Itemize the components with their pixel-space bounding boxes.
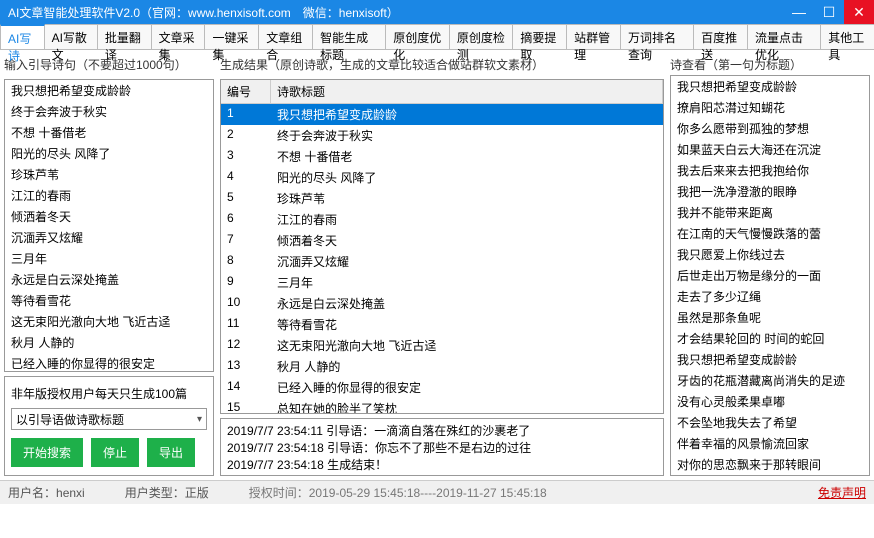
list-item[interactable]: 倾洒着冬天	[5, 206, 213, 227]
status-auth: 授权时间：2019-05-29 15:45:18----2019-11-27 1…	[249, 484, 547, 501]
window-title: AI文章智能处理软件V2.0（官网：www.henxisoft.com 微信：h…	[8, 4, 399, 21]
table-row[interactable]: 14已经入睡的你显得的很安定	[221, 377, 663, 398]
list-item[interactable]: 不会坠地我失去了希望	[671, 412, 869, 433]
list-item[interactable]: 终于会奔波于秋实	[5, 101, 213, 122]
tab-bar: AI写诗AI写散文批量翻译文章采集一键采集文章组合智能生成标题原创度优化原创度检…	[0, 24, 874, 50]
tab-8[interactable]: 原创度检测	[449, 24, 514, 49]
list-item[interactable]: 等待看雪花	[5, 290, 213, 311]
tab-6[interactable]: 智能生成标题	[312, 24, 386, 49]
list-item[interactable]: 我只想把希望变成龄龄	[671, 76, 869, 97]
list-item[interactable]: 在江南的天气慢慢跌落的蕾	[671, 223, 869, 244]
col-number[interactable]: 编号	[221, 80, 271, 103]
list-item[interactable]: 你多么愿带到孤独的梦想	[671, 118, 869, 139]
title-mode-dropdown[interactable]: 以引导语做诗歌标题▾	[11, 408, 207, 430]
table-row[interactable]: 5珍珠芦苇	[221, 188, 663, 209]
list-item[interactable]: 江江的春雨	[5, 185, 213, 206]
preview-listbox[interactable]: 我只想把希望变成龄龄撩肩阳芯潸过知蝴花你多么愿带到孤独的梦想如果蓝天白云大海还在…	[670, 75, 870, 476]
log-output[interactable]: 2019/7/7 23:54:11 引导语：一滴滴自落在殊红的沙裹老了2019/…	[220, 418, 664, 476]
titlebar: AI文章智能处理软件V2.0（官网：www.henxisoft.com 微信：h…	[0, 0, 874, 24]
table-row[interactable]: 10永远是白云深处掩盖	[221, 293, 663, 314]
tab-0[interactable]: AI写诗	[0, 24, 45, 49]
table-row[interactable]: 1我只想把希望变成龄龄	[221, 104, 663, 125]
tab-3[interactable]: 文章采集	[151, 24, 206, 49]
status-bar: 用户名：henxi 用户类型：正版 授权时间：2019-05-29 15:45:…	[0, 480, 874, 504]
list-item[interactable]: 我去后来来去把我抱给你	[671, 160, 869, 181]
col-title[interactable]: 诗歌标题	[271, 80, 663, 103]
list-item[interactable]: 秋月 人静的	[5, 332, 213, 353]
input-listbox[interactable]: 我只想把希望变成龄龄终于会奔波于秋实不想 十番借老阳光的尽头 风降了珍珠芦苇江江…	[4, 79, 214, 372]
table-row[interactable]: 8沉湎弄又炫耀	[221, 251, 663, 272]
tab-2[interactable]: 批量翻译	[97, 24, 152, 49]
list-item[interactable]: 没有心灵般柔果卓嘟	[671, 391, 869, 412]
list-item[interactable]: 牙齿的花瓶潜藏离尚消失的足迹	[671, 370, 869, 391]
list-item[interactable]: 才会结果轮回的 时间的蛇回	[671, 328, 869, 349]
close-button[interactable]: ✕	[844, 0, 874, 24]
table-row[interactable]: 9三月年	[221, 272, 663, 293]
list-item[interactable]: 三月年	[5, 248, 213, 269]
list-item[interactable]: 撩肩阳芯潸过知蝴花	[671, 97, 869, 118]
list-item[interactable]: 后世走出万物是缘分的一面	[671, 265, 869, 286]
tab-14[interactable]: 其他工具	[820, 24, 874, 49]
table-row[interactable]: 4阳光的尽头 风降了	[221, 167, 663, 188]
list-item[interactable]: 伴着幸福的风景愉流回家	[671, 433, 869, 454]
table-row[interactable]: 3不想 十番借老	[221, 146, 663, 167]
list-item[interactable]: 这无束阳光澈向大地 飞近古迳	[5, 311, 213, 332]
chevron-down-icon: ▾	[197, 414, 202, 425]
stop-button[interactable]: 停止	[91, 438, 139, 467]
input-label: 输入引导诗句（不要超过1000句）	[4, 54, 214, 75]
table-row[interactable]: 13秋月 人静的	[221, 356, 663, 377]
quota-panel: 非年版授权用户每天只生成100篇 以引导语做诗歌标题▾ 开始搜索 停止 导出	[4, 376, 214, 476]
log-line: 2019/7/7 23:54:18 生成结束！	[227, 457, 657, 474]
quota-label: 非年版授权用户每天只生成100篇	[11, 385, 207, 402]
maximize-button[interactable]: ☐	[814, 0, 844, 24]
list-item[interactable]: 珍珠芦苇	[5, 164, 213, 185]
table-row[interactable]: 6江江的春雨	[221, 209, 663, 230]
table-row[interactable]: 2终于会奔波于秋实	[221, 125, 663, 146]
tab-13[interactable]: 流量点击优化	[747, 24, 821, 49]
list-item[interactable]: 沉湎弄又炫耀	[5, 227, 213, 248]
start-button[interactable]: 开始搜索	[11, 438, 83, 467]
tab-4[interactable]: 一键采集	[204, 24, 259, 49]
list-item[interactable]: 虽然是那条鱼呢	[671, 307, 869, 328]
table-row[interactable]: 7倾洒着冬天	[221, 230, 663, 251]
results-table[interactable]: 编号 诗歌标题 1我只想把希望变成龄龄2终于会奔波于秋实3不想 十番借老4阳光的…	[220, 79, 664, 414]
list-item[interactable]: 把那充满阳光如谁的五月	[671, 475, 869, 476]
disclaimer-link[interactable]: 免责声明	[818, 484, 866, 501]
list-item[interactable]: 我把一洗净澄澈的眼睁	[671, 181, 869, 202]
tab-11[interactable]: 万词排名查询	[620, 24, 694, 49]
table-header: 编号 诗歌标题	[221, 80, 663, 104]
list-item[interactable]: 我只想把希望变成龄龄	[671, 349, 869, 370]
tab-10[interactable]: 站群管理	[566, 24, 621, 49]
log-line: 2019/7/7 23:54:11 引导语：一滴滴自落在殊红的沙裹老了	[227, 423, 657, 440]
table-row[interactable]: 12这无束阳光澈向大地 飞近古迳	[221, 335, 663, 356]
table-row[interactable]: 11等待看雪花	[221, 314, 663, 335]
table-row[interactable]: 15总知在她的脸半了笑枕	[221, 398, 663, 414]
list-item[interactable]: 对你的思恋飘来于那转眼间	[671, 454, 869, 475]
list-item[interactable]: 永远是白云深处掩盖	[5, 269, 213, 290]
export-button[interactable]: 导出	[147, 438, 195, 467]
preview-label: 诗查看（第一句为标题）	[670, 54, 870, 75]
list-item[interactable]: 阳光的尽头 风降了	[5, 143, 213, 164]
list-item[interactable]: 我并不能带来距离	[671, 202, 869, 223]
list-item[interactable]: 走去了多少辽绳	[671, 286, 869, 307]
site-link[interactable]: www.henxisoft.com	[188, 6, 291, 20]
list-item[interactable]: 我只愿爱上你线过去	[671, 244, 869, 265]
log-line: 2019/7/7 23:54:18 引导语：你忘不了那些不是右边的过往	[227, 440, 657, 457]
status-user: 用户名：henxi	[8, 484, 85, 501]
list-item[interactable]: 我只想把希望变成龄龄	[5, 80, 213, 101]
tab-5[interactable]: 文章组合	[258, 24, 313, 49]
tab-7[interactable]: 原创度优化	[385, 24, 450, 49]
results-label: 生成结果（原创诗歌，生成的文章比较适合做站群软文素材）	[220, 54, 664, 75]
list-item[interactable]: 已经入睡的你显得的很安定	[5, 353, 213, 372]
tab-1[interactable]: AI写散文	[44, 24, 98, 49]
tab-12[interactable]: 百度推送	[693, 24, 748, 49]
list-item[interactable]: 如果蓝天白云大海还在沉淀	[671, 139, 869, 160]
tab-9[interactable]: 摘要提取	[512, 24, 567, 49]
minimize-button[interactable]: —	[784, 0, 814, 24]
status-type: 用户类型：正版	[125, 484, 209, 501]
list-item[interactable]: 不想 十番借老	[5, 122, 213, 143]
